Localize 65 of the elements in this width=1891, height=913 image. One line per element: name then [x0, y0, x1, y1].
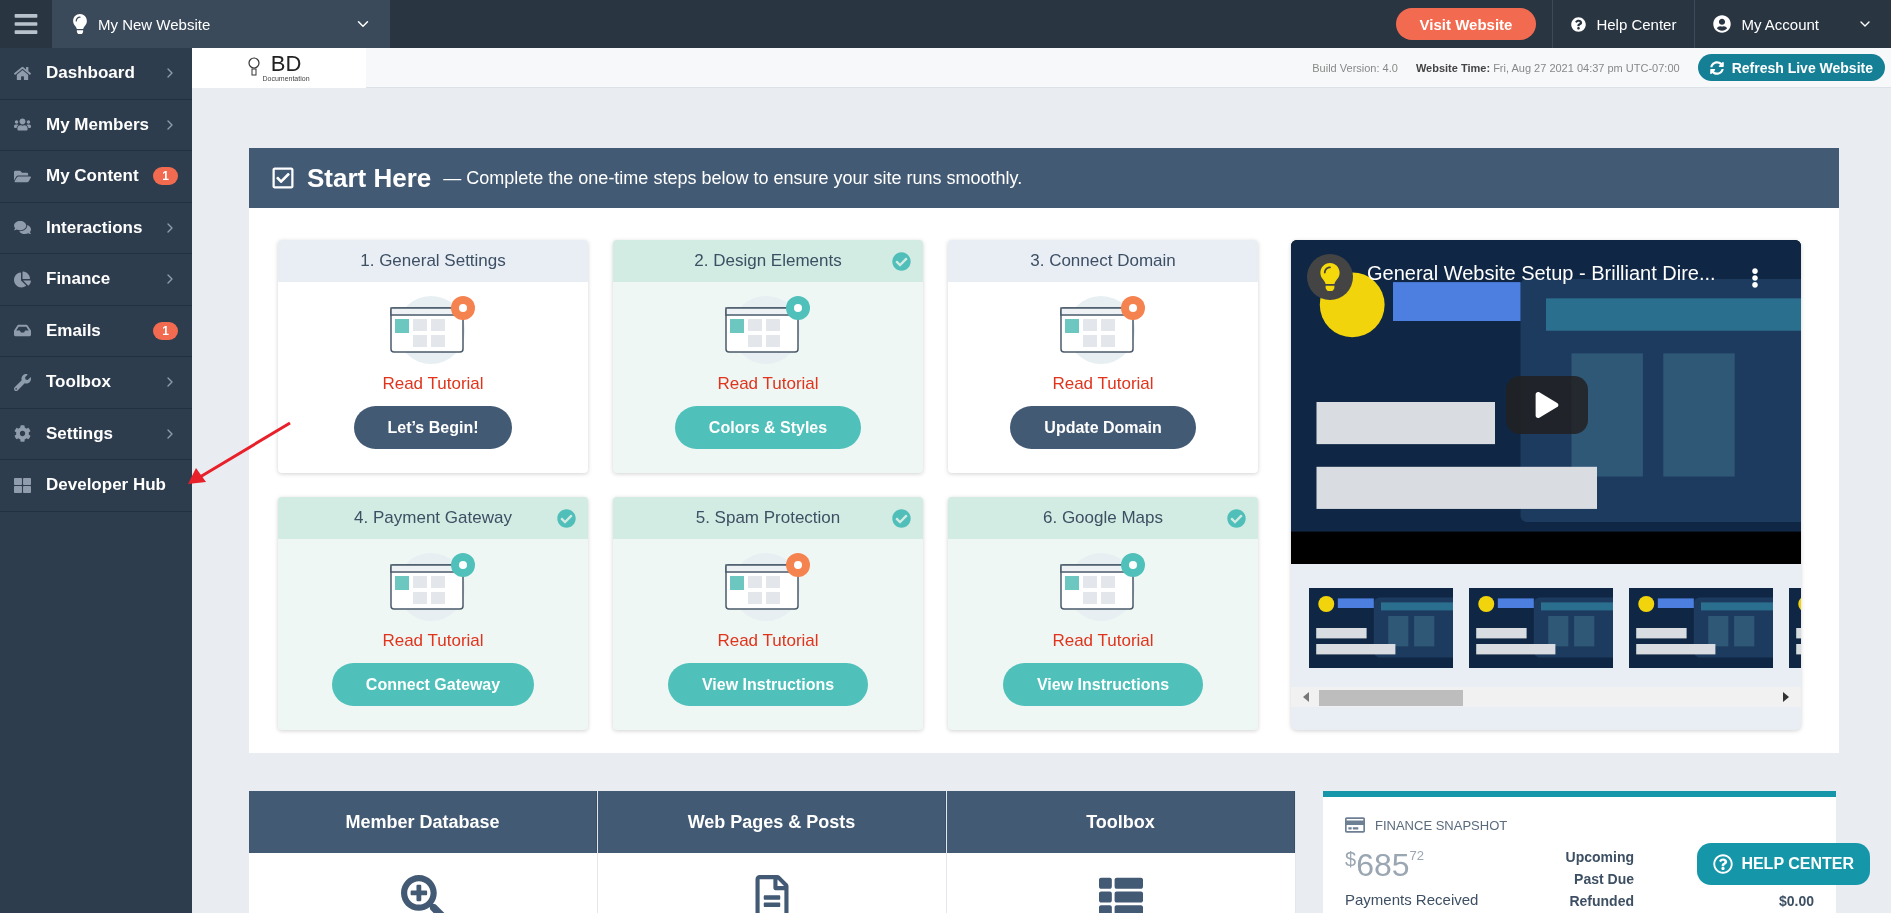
check-icon [1227, 509, 1246, 528]
help-icon [1571, 16, 1587, 32]
tutorial-link[interactable]: Read Tutorial [717, 374, 819, 394]
scrollbar[interactable] [1291, 687, 1801, 707]
build-version: Build Version: 4.0 [1312, 61, 1398, 74]
row-value: $0.00 [1777, 893, 1814, 909]
row-label: Upcoming [1565, 849, 1634, 865]
tutorial-link[interactable]: Read Tutorial [382, 374, 484, 394]
count-badge: 1 [153, 167, 178, 186]
lightbulb-icon [248, 56, 261, 79]
step-title: 4. Payment Gateway [354, 508, 512, 528]
count-badge: 1 [153, 321, 178, 340]
sidebar-item[interactable]: Toolbox [0, 357, 192, 409]
grid-icon [14, 476, 31, 494]
panel-title: Start Here [307, 162, 432, 194]
checkbox-icon [271, 166, 295, 190]
gear-icon [14, 425, 31, 443]
tutorial-link[interactable]: Read Tutorial [1052, 631, 1154, 651]
website-time: Website Time: Fri, Aug 27 2021 04:37 pm UTC-07:00 [1415, 61, 1680, 74]
wrench-icon [14, 373, 31, 391]
list-icon[interactable] [1099, 875, 1143, 913]
home-icon [14, 64, 31, 82]
site-selector[interactable]: My New Website [52, 0, 390, 48]
tool-tab[interactable]: Web Pages & Posts [598, 791, 946, 853]
step-title: 2. Design Elements [694, 251, 842, 271]
refresh-button[interactable]: Refresh Live Website [1697, 54, 1885, 81]
help-icon [1713, 854, 1734, 874]
user-icon [1713, 15, 1732, 33]
finance-title: FINANCE SNAPSHOT [1375, 817, 1508, 833]
step-button[interactable]: Update Domain [1010, 406, 1196, 449]
sidebar-item[interactable]: Finance [0, 254, 192, 306]
check-icon [892, 252, 911, 271]
tutorial-link[interactable]: Read Tutorial [717, 631, 819, 651]
sidebar-item[interactable]: Interactions [0, 202, 192, 254]
tutorial-link[interactable]: Read Tutorial [382, 631, 484, 651]
tool-tab[interactable]: Member Database [249, 791, 597, 853]
check-icon [892, 509, 911, 528]
play-icon [1534, 392, 1560, 418]
tutorial-link[interactable]: Read Tutorial [1052, 374, 1154, 394]
video-title[interactable]: General Website Setup - Brilliant Dire... [1367, 262, 1716, 285]
step-button[interactable]: Let’s Begin! [353, 406, 513, 449]
step-title: 5. Spam Protection [695, 508, 841, 528]
row-label: Past Due [1573, 871, 1634, 887]
sidebar-item[interactable]: Developer Hub [0, 460, 192, 512]
credit-card-icon [1345, 815, 1365, 835]
lightbulb-icon [70, 14, 90, 34]
row-label: Refunded [1568, 893, 1634, 909]
amount-label: Payments Received [1345, 891, 1479, 908]
pie-chart-icon [14, 270, 31, 288]
sidebar-item[interactable]: Emails 1 [0, 305, 192, 357]
zoom-icon[interactable] [401, 875, 445, 913]
refresh-icon [1709, 60, 1724, 75]
step-title: 1. General Settings [360, 251, 506, 271]
step-title: 3. Connect Domain [1030, 251, 1176, 271]
chat-icon [14, 219, 31, 237]
sidebar-item[interactable]: My Content 1 [0, 151, 192, 203]
step-title: 6. Google Maps [1043, 508, 1163, 528]
check-icon [557, 509, 576, 528]
logo-text: BD [270, 53, 302, 75]
tool-tab[interactable]: Toolbox [947, 791, 1295, 853]
sidebar-item[interactable]: My Members [0, 99, 192, 151]
play-button[interactable] [1506, 376, 1588, 434]
menu-icon [13, 11, 39, 37]
sidebar-item[interactable]: Settings [0, 408, 192, 460]
panel-subtitle: — Complete the one-time steps below to ensure your site runs smoothly. [443, 167, 1023, 189]
